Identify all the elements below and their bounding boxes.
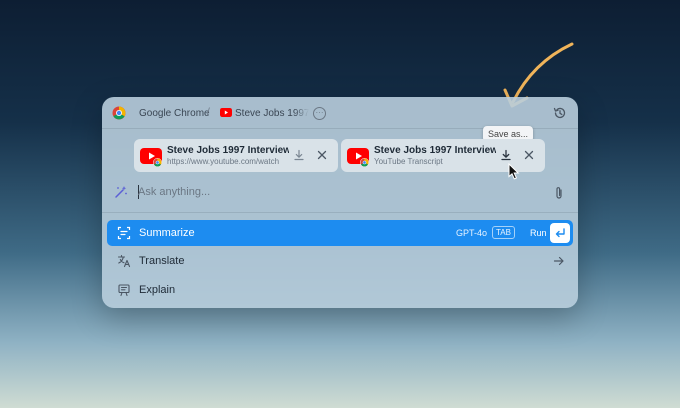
action-translate[interactable]: Translate xyxy=(107,248,573,274)
chrome-badge-icon xyxy=(153,158,162,167)
attachment-title: Steve Jobs 1997 Interview xyxy=(167,145,289,156)
command-palette: Google Chrome / Steve Jobs 1997 Intervie… xyxy=(102,97,578,308)
divider xyxy=(102,212,578,213)
breadcrumb-separator: / xyxy=(207,107,210,118)
action-summarize[interactable]: Summarize GPT-4o TAB Run xyxy=(107,220,573,246)
attachment-title: Steve Jobs 1997 Interview xyxy=(374,145,496,156)
paperclip-icon[interactable] xyxy=(553,186,565,200)
download-icon[interactable] xyxy=(500,149,512,161)
scan-text-icon xyxy=(117,226,131,240)
run-button[interactable] xyxy=(550,223,570,243)
close-icon[interactable] xyxy=(316,149,328,161)
arrow-right-icon xyxy=(553,256,564,266)
tab-title: Steve Jobs 1997 Interview xyxy=(235,108,309,119)
attachment-subtitle: YouTube Transcript xyxy=(374,157,443,166)
translate-icon xyxy=(117,254,131,268)
magic-wand-icon xyxy=(115,186,127,198)
chrome-badge-icon xyxy=(360,158,369,167)
tab-shortcut-badge: TAB xyxy=(492,226,515,239)
presentation-icon xyxy=(118,284,130,297)
download-icon[interactable] xyxy=(293,149,305,161)
close-icon[interactable] xyxy=(523,149,535,161)
run-label: Run xyxy=(530,228,547,238)
action-label: Translate xyxy=(139,255,185,267)
app-name: Google Chrome xyxy=(139,108,210,119)
ask-input-row xyxy=(102,177,578,207)
youtube-icon xyxy=(220,108,232,117)
context-header: Google Chrome / Steve Jobs 1997 Intervie… xyxy=(102,97,578,129)
history-icon[interactable] xyxy=(553,106,567,120)
more-options-button[interactable]: ··· xyxy=(313,107,326,120)
action-label: Explain xyxy=(139,284,176,296)
attachment-url: https://www.youtube.com/watch xyxy=(167,157,280,166)
ask-input[interactable] xyxy=(138,183,518,201)
action-label: Summarize xyxy=(139,227,195,239)
model-name: GPT-4o xyxy=(456,228,488,238)
attachment-card[interactable]: Steve Jobs 1997 Interview https://www.yo… xyxy=(134,139,338,172)
action-explain[interactable]: Explain xyxy=(107,277,573,303)
enter-icon xyxy=(555,228,565,238)
chrome-icon xyxy=(112,106,126,120)
